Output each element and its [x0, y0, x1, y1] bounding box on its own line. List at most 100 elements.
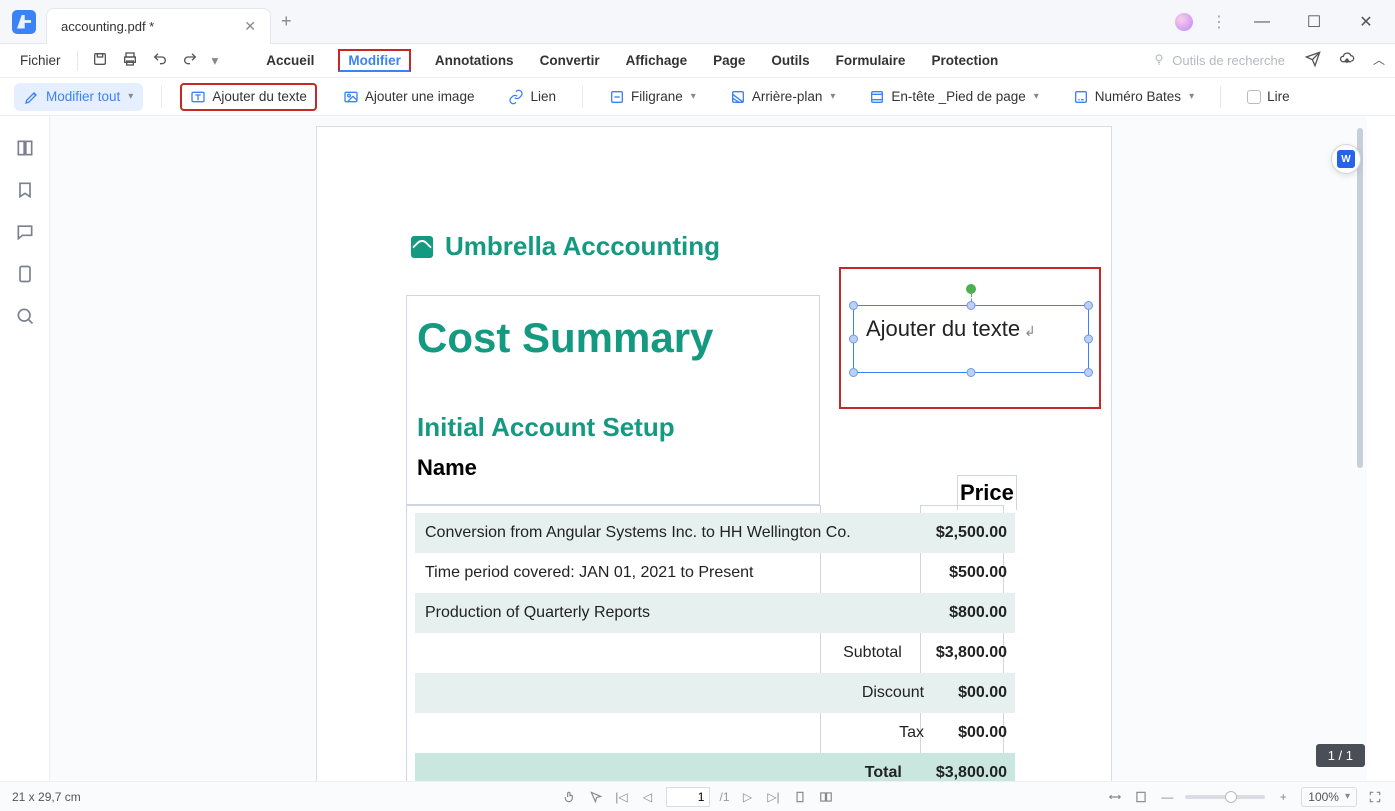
- print-icon[interactable]: [122, 51, 138, 70]
- cloud-icon[interactable]: [1339, 51, 1355, 70]
- zoom-slider[interactable]: [1185, 795, 1265, 799]
- tab-outils[interactable]: Outils: [769, 49, 811, 72]
- chevron-down-icon: ▾: [1189, 91, 1194, 102]
- fit-width-icon[interactable]: [1107, 790, 1123, 804]
- chevron-down-icon: ▾: [691, 91, 696, 102]
- bulb-icon: [1152, 52, 1166, 69]
- canvas-area: Umbrella Acccounting Cost Summary Initia…: [50, 116, 1367, 781]
- title-selection-box[interactable]: Cost Summary Initial Account Setup Name: [406, 295, 820, 505]
- resize-handle-n[interactable]: [967, 301, 976, 310]
- pencil-icon: [24, 89, 40, 105]
- prev-page-icon[interactable]: ◁: [639, 790, 655, 804]
- rotate-handle[interactable]: [966, 284, 976, 294]
- add-tab-button[interactable]: +: [281, 11, 292, 32]
- doc-title: Cost Summary: [413, 308, 813, 362]
- watermark-button[interactable]: Filigrane ▾: [601, 85, 704, 109]
- document-tab[interactable]: accounting.pdf * ✕: [46, 8, 271, 44]
- read-toggle[interactable]: Lire: [1239, 85, 1298, 108]
- background-button[interactable]: Arrière-plan ▾: [722, 85, 844, 109]
- tab-protection[interactable]: Protection: [929, 49, 1000, 72]
- first-page-icon[interactable]: |◁: [613, 790, 629, 804]
- convert-word-badge[interactable]: W: [1331, 144, 1361, 174]
- umbrella-icon: [411, 236, 433, 258]
- edit-toolbar: Modifier tout ▾ Ajouter du texte Ajouter…: [0, 78, 1395, 116]
- bookmark-icon[interactable]: [15, 180, 35, 200]
- table-row: Conversion from Angular Systems Inc. to …: [415, 513, 1015, 553]
- text-edit-content[interactable]: Ajouter du texte ↲: [854, 306, 1088, 342]
- text-edit-box[interactable]: Ajouter du texte ↲: [853, 305, 1089, 373]
- select-tool-icon[interactable]: [587, 790, 603, 804]
- more-menu-icon[interactable]: ⋮: [1211, 12, 1227, 32]
- quick-dropdown-icon[interactable]: ▾: [212, 53, 219, 69]
- tab-annotations[interactable]: Annotations: [433, 49, 516, 72]
- page-total: /1: [719, 790, 729, 804]
- maximize-button[interactable]: ☐: [1297, 8, 1331, 36]
- app-logo-icon: [12, 10, 36, 34]
- save-icon[interactable]: [92, 51, 108, 70]
- zoom-out-icon[interactable]: —: [1159, 790, 1175, 804]
- close-window-button[interactable]: ✕: [1349, 8, 1383, 36]
- search-tools[interactable]: Outils de recherche: [1152, 52, 1285, 69]
- collapse-ribbon-icon[interactable]: ︿: [1373, 51, 1385, 70]
- two-page-icon[interactable]: [818, 790, 834, 804]
- redo-icon[interactable]: [182, 51, 198, 70]
- fit-page-icon[interactable]: [1133, 790, 1149, 804]
- table-row: Production of Quarterly Reports $800.00: [415, 593, 1015, 633]
- tab-convertir[interactable]: Convertir: [538, 49, 602, 72]
- tab-accueil[interactable]: Accueil: [264, 49, 316, 72]
- tab-affichage[interactable]: Affichage: [624, 49, 690, 72]
- bates-button[interactable]: Numéro Bates ▾: [1065, 85, 1202, 109]
- table-row: Time period covered: JAN 01, 2021 to Pre…: [415, 553, 1015, 593]
- page-number-input[interactable]: [665, 787, 709, 807]
- header-footer-icon: [869, 89, 885, 105]
- hand-tool-icon[interactable]: [561, 790, 577, 804]
- page-dimensions: 21 x 29,7 cm: [12, 790, 81, 804]
- resize-handle-nw[interactable]: [849, 301, 858, 310]
- header-footer-button[interactable]: En-tête _Pied de page ▾: [861, 85, 1046, 109]
- resize-handle-ne[interactable]: [1084, 301, 1093, 310]
- edit-all-button[interactable]: Modifier tout ▾: [14, 83, 143, 111]
- minimize-button[interactable]: —: [1245, 8, 1279, 36]
- comment-icon[interactable]: [15, 222, 35, 242]
- resize-handle-w[interactable]: [849, 335, 858, 344]
- fullscreen-icon[interactable]: [1367, 790, 1383, 804]
- avatar-icon[interactable]: [1175, 13, 1193, 31]
- single-page-icon[interactable]: [792, 790, 808, 804]
- resize-handle-e[interactable]: [1084, 335, 1093, 344]
- discount-row: Discount $00.00: [415, 673, 1015, 713]
- undo-icon[interactable]: [152, 51, 168, 70]
- column-header-name: Name: [413, 455, 813, 481]
- file-menu[interactable]: Fichier: [10, 49, 71, 72]
- attachment-icon[interactable]: [15, 264, 35, 284]
- zoom-level-select[interactable]: 100% ▾: [1301, 787, 1357, 807]
- tax-row: Tax $00.00: [415, 713, 1015, 753]
- text-edit-highlight: Ajouter du texte ↲: [839, 267, 1101, 409]
- scrollbar-thumb[interactable]: [1357, 128, 1363, 468]
- resize-handle-se[interactable]: [1084, 368, 1093, 377]
- link-button[interactable]: Lien: [500, 85, 564, 109]
- tab-formulaire[interactable]: Formulaire: [834, 49, 908, 72]
- brand-header: Umbrella Acccounting: [411, 231, 720, 262]
- tab-title: accounting.pdf *: [61, 19, 154, 34]
- resize-handle-sw[interactable]: [849, 368, 858, 377]
- thumbnails-icon[interactable]: [15, 138, 35, 158]
- tab-modifier[interactable]: Modifier: [338, 49, 411, 72]
- resize-handle-s[interactable]: [967, 368, 976, 377]
- page-indicator-badge: 1 / 1: [1316, 744, 1365, 767]
- menu-bar: Fichier ▾ Accueil Modifier Annotations C…: [0, 44, 1395, 78]
- text-box-icon: [190, 89, 206, 105]
- zoom-in-icon[interactable]: +: [1275, 790, 1291, 804]
- add-text-button[interactable]: Ajouter du texte: [180, 83, 317, 111]
- send-icon[interactable]: [1305, 51, 1321, 70]
- next-page-icon[interactable]: ▷: [740, 790, 756, 804]
- search-icon[interactable]: [15, 306, 35, 326]
- last-page-icon[interactable]: ▷|: [766, 790, 782, 804]
- add-image-button[interactable]: Ajouter une image: [335, 85, 483, 109]
- background-icon: [730, 89, 746, 105]
- document-page[interactable]: Umbrella Acccounting Cost Summary Initia…: [316, 126, 1112, 781]
- titlebar: accounting.pdf * ✕ + ⋮ — ☐ ✕: [0, 0, 1395, 44]
- close-tab-icon[interactable]: ✕: [244, 18, 256, 35]
- tab-page[interactable]: Page: [711, 49, 747, 72]
- subtotal-row: Subtotal $3,800.00: [415, 633, 1015, 673]
- total-row: Total $3,800.00: [415, 753, 1015, 781]
